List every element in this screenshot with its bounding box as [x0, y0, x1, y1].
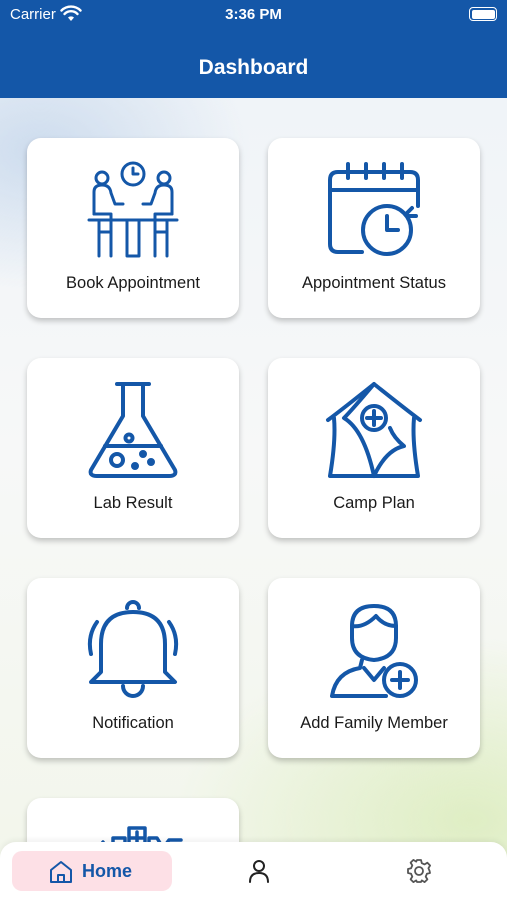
- book-appointment-card[interactable]: Book Appointment: [27, 138, 239, 318]
- page-title: Dashboard: [198, 56, 309, 79]
- meeting-icon: [87, 161, 179, 258]
- flask-icon: [88, 382, 178, 478]
- profile-icon[interactable]: [246, 858, 272, 884]
- calendar-clock-icon: [328, 162, 420, 256]
- notification-card[interactable]: Notification: [27, 578, 239, 758]
- card-label: Camp Plan: [333, 494, 415, 512]
- medical-tent-icon: [326, 382, 422, 478]
- appointment-status-card[interactable]: Appointment Status: [268, 138, 480, 318]
- bottom-tab-bar: Home: [0, 842, 507, 900]
- add-family-member-card[interactable]: Add Family Member: [268, 578, 480, 758]
- add-user-icon: [330, 604, 418, 698]
- battery-icon: [469, 7, 497, 21]
- status-bar: Carrier 3:36 PM: [0, 0, 507, 30]
- card-label: Lab Result: [93, 494, 173, 512]
- settings-icon[interactable]: [406, 858, 432, 884]
- tab-home-label: Home: [82, 861, 133, 881]
- card-label: Notification: [92, 714, 174, 732]
- app-header: Carrier 3:36 PM Dashboard: [0, 0, 507, 98]
- status-time: 3:36 PM: [225, 6, 282, 23]
- bell-icon: [87, 600, 179, 698]
- camp-plan-card[interactable]: Camp Plan: [268, 358, 480, 538]
- card-label: Book Appointment: [66, 274, 200, 292]
- card-label: Add Family Member: [300, 714, 448, 732]
- home-icon: [50, 861, 72, 883]
- card-label: Appointment Status: [301, 274, 446, 292]
- lab-result-card[interactable]: Lab Result: [27, 358, 239, 538]
- tab-home[interactable]: Home: [12, 851, 172, 891]
